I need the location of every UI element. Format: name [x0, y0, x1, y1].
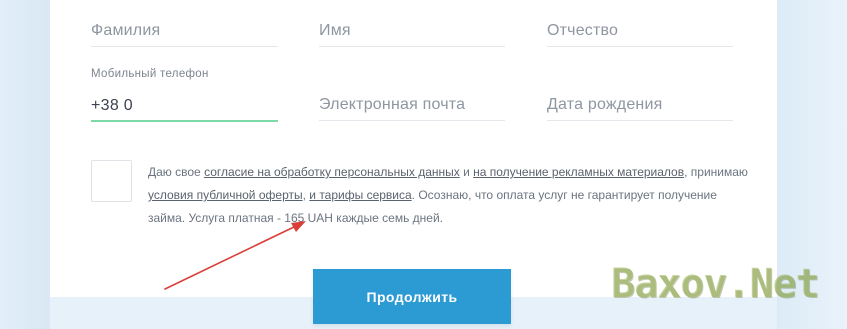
consent-text-1: Даю свое: [148, 165, 205, 179]
public-offer-link[interactable]: условия публичной оферты: [148, 188, 303, 202]
consent-text-2: и: [459, 165, 474, 179]
consent-text: Даю свое согласие на обработку персональ…: [148, 161, 748, 230]
birthdate-field[interactable]: Дата рождения: [547, 94, 733, 121]
tariffs-link[interactable]: и тарифы сервиса: [309, 188, 411, 202]
email-placeholder: Электронная почта: [319, 96, 466, 113]
phone-field[interactable]: +38 0: [91, 94, 278, 122]
personal-data-link[interactable]: согласие на обработку персональных данны…: [204, 165, 460, 179]
ads-link[interactable]: на получение рекламных материалов: [473, 165, 684, 179]
middle-name-placeholder: Отчество: [547, 22, 619, 39]
consent-checkbox[interactable]: [91, 160, 132, 202]
page-background-left: [0, 0, 50, 329]
first-name-placeholder: Имя: [319, 22, 351, 39]
watermark-logo: Baxov.Net: [611, 261, 820, 307]
email-field[interactable]: Электронная почта: [319, 94, 505, 121]
last-name-placeholder: Фамилия: [91, 22, 161, 39]
birthdate-placeholder: Дата рождения: [547, 96, 663, 113]
continue-button[interactable]: Продолжить: [313, 269, 511, 324]
last-name-field[interactable]: Фамилия: [91, 20, 278, 47]
middle-name-field[interactable]: Отчество: [547, 20, 733, 47]
first-name-field[interactable]: Имя: [319, 20, 505, 47]
phone-value: +38 0: [91, 97, 133, 114]
phone-label: Мобильный телефон: [91, 68, 209, 80]
consent-text-3: , принимаю: [684, 165, 748, 179]
